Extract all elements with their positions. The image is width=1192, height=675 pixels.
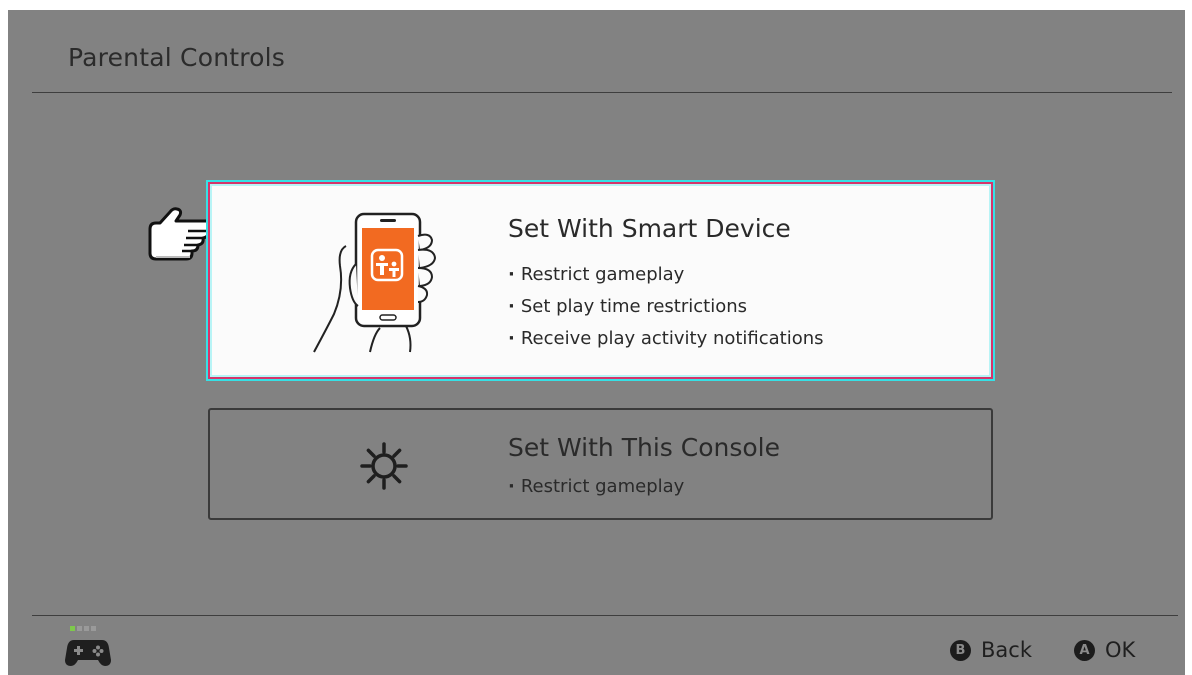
a-button-icon: A <box>1074 639 1095 661</box>
option-smart-device[interactable]: Set With Smart Device Restrict gameplay … <box>208 182 993 379</box>
ok-label: OK <box>1105 638 1136 662</box>
feature-list: Restrict gameplay Set play time restrict… <box>508 264 824 360</box>
gear-icon <box>360 442 408 490</box>
back-button[interactable]: B Back <box>950 637 1032 663</box>
footer-divider <box>32 615 1178 616</box>
feature-item: Set play time restrictions <box>508 296 824 328</box>
screen: Parental Controls Set With Smart Device … <box>8 10 1185 675</box>
option-title: Set With Smart Device <box>508 214 791 243</box>
controller-icon <box>65 626 111 666</box>
feature-item: Receive play activity notifications <box>508 328 824 360</box>
feature-item: Restrict gameplay <box>508 264 824 296</box>
b-button-icon: B <box>950 639 971 661</box>
smartphone-parental-app-icon <box>313 212 437 353</box>
feature-item: Restrict gameplay <box>508 476 684 508</box>
option-title: Set With This Console <box>508 433 780 462</box>
feature-list: Restrict gameplay <box>508 476 684 508</box>
ok-button[interactable]: A OK <box>1074 637 1135 663</box>
option-this-console[interactable]: Set With This Console Restrict gameplay <box>208 408 993 520</box>
page-title: Parental Controls <box>68 43 286 72</box>
header-divider <box>32 92 1172 93</box>
back-label: Back <box>981 638 1032 662</box>
